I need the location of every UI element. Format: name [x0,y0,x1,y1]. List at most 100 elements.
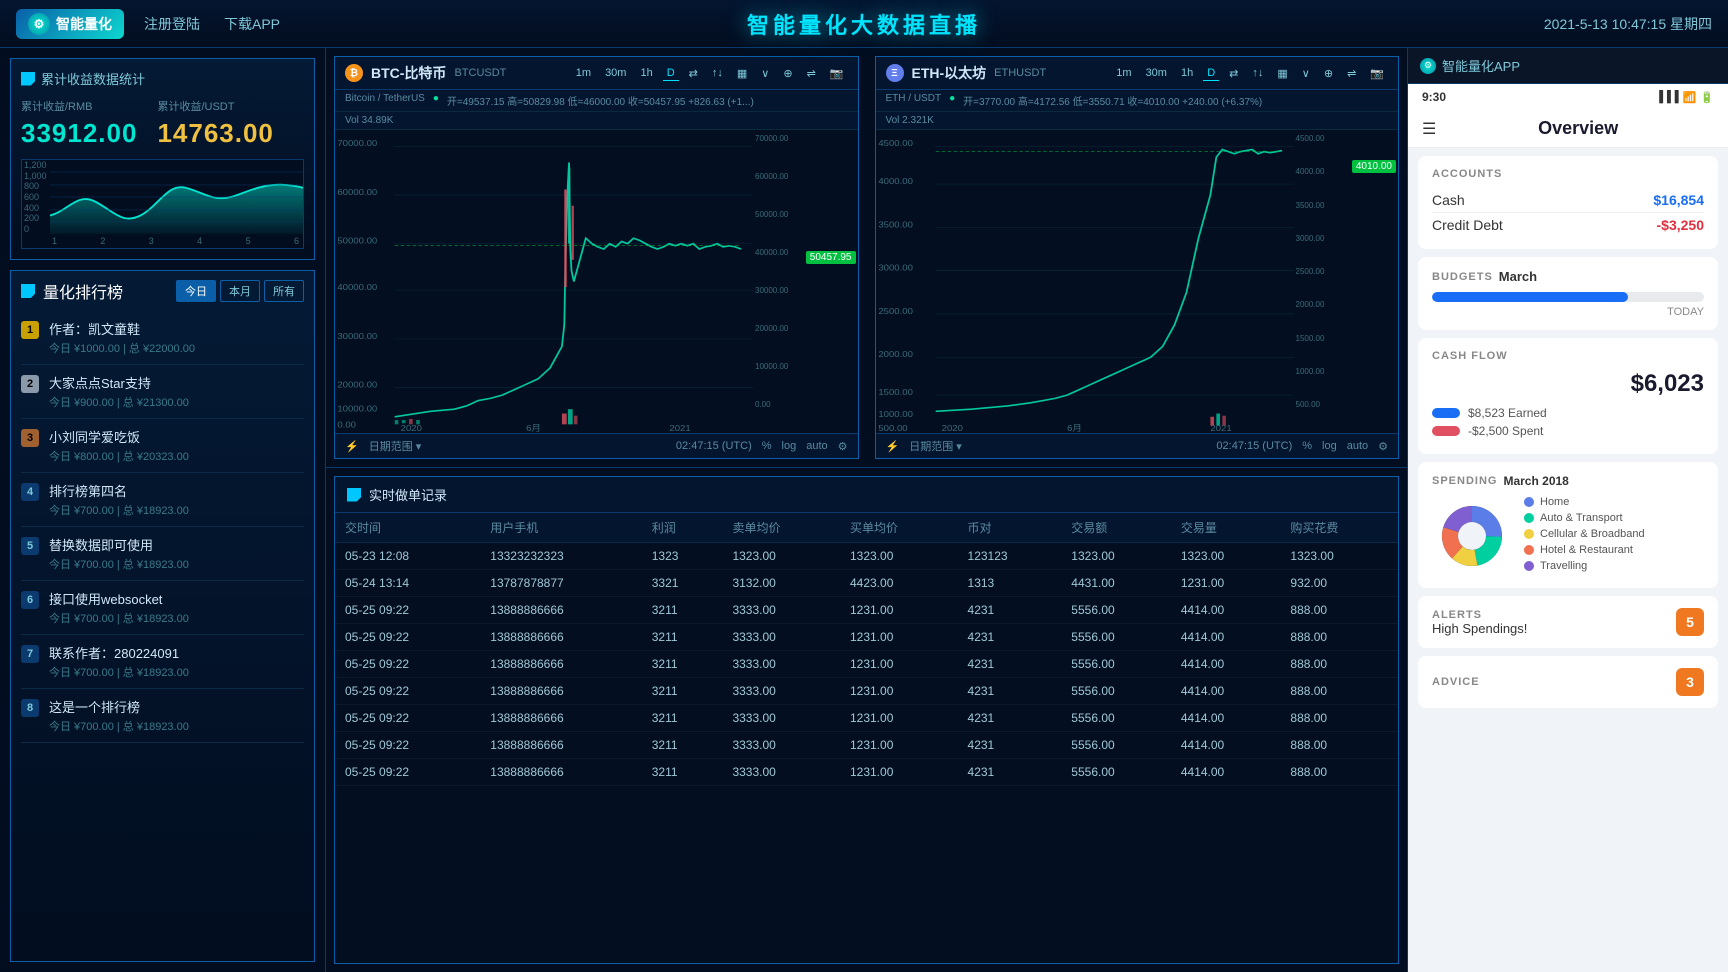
btc-30m[interactable]: 30m [601,66,630,80]
budgets-header: BUDGETS March [1432,269,1704,284]
rank-info: 接口使用websocket 今日 ¥700.00 | 总 ¥18923.00 [49,589,304,626]
btc-price-label: 50457.95 [806,251,856,264]
btc-settings[interactable]: ⚙ [838,440,848,453]
table-cell: 05-25 09:22 [335,705,480,732]
btc-log[interactable]: log [782,440,797,452]
budget-today: TODAY [1432,306,1704,318]
table-row: 05-25 09:221388888666632113333.001231.00… [335,651,1398,678]
phone-app-icon: ⚙ [1420,58,1436,74]
stats-row: 累计收益/RMB 33912.00 累计收益/USDT 14763.00 [21,98,304,149]
table-cell: 05-25 09:22 [335,759,480,786]
btc-1h[interactable]: 1h [636,66,656,80]
table-row: 05-23 12:081332323232313231323.001323.00… [335,543,1398,570]
trade-table: 交时间 用户手机 利润 卖单均价 买单均价 币对 交易额 交易量 购买花费 05… [335,513,1398,786]
eth-chart-panel: Ξ ETH-以太坊 ETHUSDT 1m 30m 1h D ⇄ ↑↓ ▦ ∨ ⊕… [875,56,1400,459]
tab-month[interactable]: 本月 [220,280,260,302]
phone-status-icons: ▐▐▐ 📶 🔋 [1655,91,1714,104]
btc-auto[interactable]: auto [806,440,827,452]
eth-icon: Ξ [886,64,904,82]
hamburger-icon[interactable]: ☰ [1422,119,1436,139]
table-cell: 4231 [958,624,1062,651]
svg-text:2000.00: 2000.00 [878,350,913,359]
table-cell: 13888886666 [480,732,641,759]
btc-arrow[interactable]: ⇄ [685,66,702,81]
table-cell: 13888886666 [480,759,641,786]
btc-1m[interactable]: 1m [572,66,595,80]
legend-dot [1524,561,1534,571]
btc-plus[interactable]: ⊕ [779,66,796,81]
btc-bar[interactable]: ▦ [733,66,751,81]
nav-links: 注册登陆 下载APP [144,14,280,34]
eth-bar[interactable]: ▦ [1273,66,1291,81]
legend-dot [1524,529,1534,539]
trade-header-row: 交时间 用户手机 利润 卖单均价 买单均价 币对 交易额 交易量 购买花费 [335,513,1398,543]
svg-text:3500.00: 3500.00 [878,220,913,229]
eth-v[interactable]: ∨ [1298,66,1314,81]
eth-d[interactable]: D [1203,66,1219,81]
phone-nav-title: Overview [1538,118,1618,139]
tab-today[interactable]: 今日 [176,280,216,302]
nav-title: 智能量化大数据直播 [747,8,981,40]
svg-text:40000.00: 40000.00 [337,283,377,292]
eth-date-range[interactable]: 日期范围 ▾ [909,438,962,454]
eth-1m[interactable]: 1m [1112,66,1135,80]
ranking-title: 量化排行榜 [43,279,123,303]
table-cell: 3333.00 [722,678,840,705]
cashflow-spent-row: -$2,500 Spent [1432,424,1704,438]
table-cell: 1231.00 [840,705,958,732]
eth-log[interactable]: log [1322,440,1337,452]
budgets-title: BUDGETS [1432,271,1493,283]
svg-text:2020: 2020 [941,423,962,432]
table-cell: 4431.00 [1061,570,1171,597]
table-cell: 05-25 09:22 [335,597,480,624]
btc-switch[interactable]: ⇌ [803,66,820,81]
eth-time: 02:47:15 (UTC) [1216,440,1292,452]
btc-date-range[interactable]: 日期范围 ▾ [369,438,422,454]
logo-icon: ⚙ [28,13,50,35]
eth-settings[interactable]: ⚙ [1378,440,1388,453]
legend-label: Home [1540,496,1569,508]
table-cell: 1323.00 [840,543,958,570]
rank-name: 这是一个排行榜 [49,697,304,716]
btc-cam[interactable]: 📷 [826,66,848,81]
col-amount: 交易额 [1061,513,1171,543]
eth-30m[interactable]: 30m [1142,66,1171,80]
table-row: 05-25 09:221388888666632113333.001231.00… [335,597,1398,624]
col-phone: 用户手机 [480,513,641,543]
table-cell: 1323.00 [1061,543,1171,570]
eth-auto[interactable]: auto [1347,440,1368,452]
eth-info-bar: ETH / USDT ● 开=3770.00 高=4172.56 低=3550.… [876,90,1399,112]
wifi-icon: 📶 [1683,91,1697,104]
nav-time: 2021-5-13 10:47:15 星期四 [1544,14,1712,34]
trade-title: 实时做单记录 [369,485,447,504]
table-cell: 5556.00 [1061,759,1171,786]
btc-v[interactable]: ∨ [757,66,773,81]
btc-vol: Vol 34.89K [345,115,393,126]
table-cell: 1231.00 [840,597,958,624]
nav-download[interactable]: 下载APP [224,14,280,34]
eth-cam[interactable]: 📷 [1366,66,1388,81]
phone-app-title: 智能量化APP [1442,56,1520,75]
table-row: 05-25 09:221388888666632113333.001231.00… [335,759,1398,786]
eth-plus[interactable]: ⊕ [1320,66,1337,81]
nav-logo[interactable]: ⚙ 智能量化 [16,9,124,39]
rank-number: 2 [21,375,39,393]
table-cell: 3211 [642,597,723,624]
eth-up[interactable]: ↑↓ [1248,66,1267,80]
nav-register[interactable]: 注册登陆 [144,14,200,34]
eth-arrow[interactable]: ⇄ [1225,66,1242,81]
table-cell: 3211 [642,651,723,678]
phone-body: 9:30 ▐▐▐ 📶 🔋 ☰ Overview ACCOUNTS Cash $1… [1408,84,1728,972]
table-cell: 4231 [958,651,1062,678]
ranking-tabs: 今日 本月 所有 [176,280,304,302]
svg-text:60000.00: 60000.00 [337,187,377,196]
list-item: 6 接口使用websocket 今日 ¥700.00 | 总 ¥18923.00 [21,581,304,635]
svg-text:30000.00: 30000.00 [337,331,377,340]
eth-switch[interactable]: ⇌ [1343,66,1360,81]
tab-all[interactable]: 所有 [264,280,304,302]
legend-item: Auto & Transport [1524,512,1704,524]
btc-d[interactable]: D [663,66,679,81]
btc-up[interactable]: ↑↓ [708,66,727,80]
table-cell: 5556.00 [1061,624,1171,651]
eth-1h[interactable]: 1h [1177,66,1197,80]
